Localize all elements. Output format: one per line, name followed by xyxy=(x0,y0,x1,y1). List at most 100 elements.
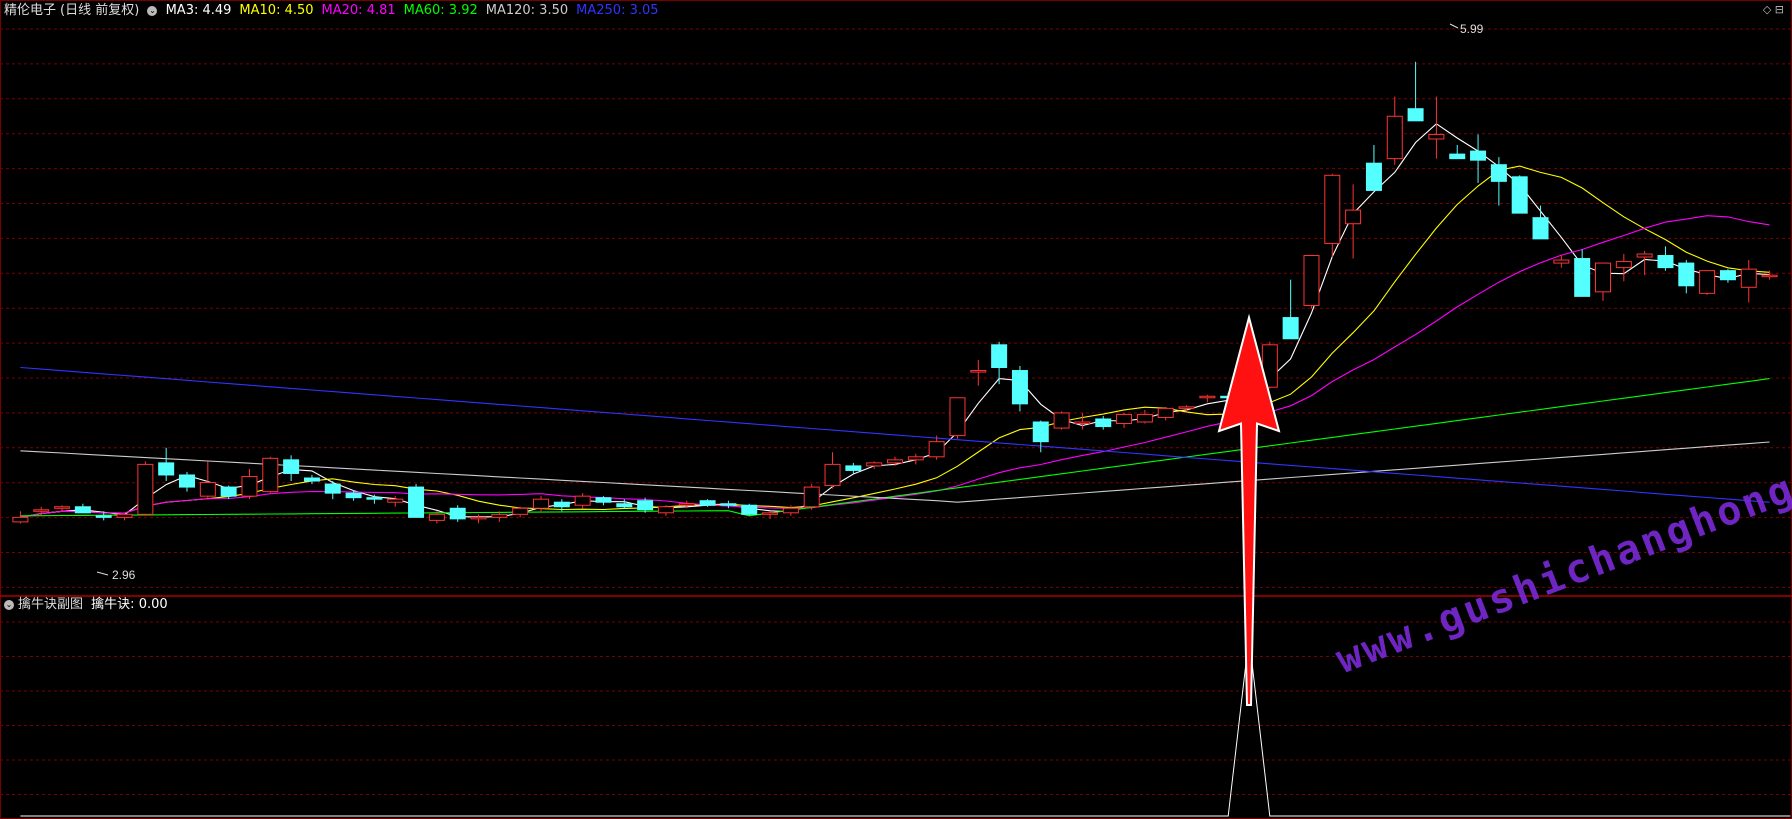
subchart-header: ⌄ 擒牛诀副图 擒牛诀: 0.00 xyxy=(4,597,168,613)
candle-body xyxy=(12,516,29,523)
candle-body xyxy=(824,463,841,487)
candle-body xyxy=(1532,217,1549,240)
candle-body xyxy=(74,506,91,514)
candle-body xyxy=(928,441,945,458)
candle-body xyxy=(1553,259,1570,264)
candle-body xyxy=(845,465,862,471)
candle-body xyxy=(1657,255,1674,269)
candle-body xyxy=(1157,407,1174,418)
candle-body xyxy=(303,477,320,482)
candle-body xyxy=(949,397,966,437)
candle-body xyxy=(1699,270,1716,294)
candle-body xyxy=(408,486,425,518)
candle-body xyxy=(1386,115,1403,160)
candle-body xyxy=(782,507,799,514)
candle-body xyxy=(678,503,695,506)
candle-body xyxy=(595,497,612,503)
indicator-value: 0.00 xyxy=(138,597,168,612)
low-marker xyxy=(96,571,109,576)
candle-body xyxy=(1011,370,1028,405)
candle-body xyxy=(1719,270,1736,281)
candle-body xyxy=(1095,418,1112,428)
candle-body xyxy=(574,495,591,506)
candle-body xyxy=(345,492,362,499)
candle-body xyxy=(970,370,987,373)
subchart-dropdown-icon[interactable]: ⌄ xyxy=(4,599,14,610)
candle-body xyxy=(1428,133,1445,140)
candle-body xyxy=(283,459,300,474)
candle-body xyxy=(241,475,258,497)
candle-body xyxy=(637,500,654,511)
candle-body xyxy=(1407,108,1424,122)
candle-body xyxy=(1074,421,1091,425)
candle-body xyxy=(907,456,924,461)
candle-body xyxy=(220,486,237,497)
candle-body xyxy=(1116,413,1133,425)
subchart-title: 擒牛诀副图 xyxy=(18,597,84,612)
candle-body xyxy=(699,500,716,506)
indicator-subchart xyxy=(20,636,1791,817)
candle-body xyxy=(1449,153,1466,160)
candle-body xyxy=(1324,174,1341,244)
candle-body xyxy=(1511,176,1528,214)
period-label: (日线 前复权) xyxy=(60,3,140,18)
candle-body xyxy=(657,506,674,514)
candle-body xyxy=(1636,253,1653,258)
candle-body xyxy=(1136,413,1153,423)
candle-body xyxy=(470,516,487,520)
candle-body xyxy=(616,503,633,508)
candle-body xyxy=(33,509,50,512)
candle-body xyxy=(1282,317,1299,340)
candle-body xyxy=(1595,262,1611,293)
candle-body xyxy=(512,507,529,515)
candle-body xyxy=(116,513,133,518)
frame-border xyxy=(0,0,1792,819)
candle-body xyxy=(199,482,216,497)
ma-legend: MA3: 4.49 MA10: 4.50 MA20: 4.81 MA60: 3.92 M… xyxy=(166,3,667,18)
candle-body xyxy=(720,503,737,506)
indicator-line xyxy=(20,636,1791,817)
candle-body xyxy=(1678,262,1695,287)
ma-legend-item: MA120: 3.50 xyxy=(485,3,569,18)
candlesticks xyxy=(12,23,1778,576)
candle-body xyxy=(553,501,570,508)
candle-body xyxy=(366,497,383,500)
candle-body xyxy=(428,513,445,521)
ma-legend-item: MA60: 3.92 xyxy=(403,3,478,18)
dropdown-icon[interactable]: ⌄ xyxy=(147,5,158,16)
candle-body xyxy=(1178,406,1195,409)
kline-chart[interactable]: 5.99 2.96 xyxy=(0,0,1792,819)
high-price-label: 5.99 xyxy=(1460,22,1484,36)
candle-body xyxy=(262,457,279,493)
candle-body xyxy=(387,498,404,503)
top-right-icons[interactable]: ◇ ⊟ xyxy=(1763,3,1784,16)
stock-name: 精伦电子 xyxy=(4,3,57,18)
candle-body xyxy=(1345,209,1362,225)
low-price-label: 2.96 xyxy=(112,568,136,582)
grid-lines xyxy=(0,0,1792,819)
candle-body xyxy=(179,474,195,488)
candle-body xyxy=(1303,255,1320,306)
candle-body xyxy=(54,506,71,509)
candle-body xyxy=(1740,268,1757,288)
candle-body xyxy=(491,513,508,518)
ma250-line xyxy=(20,366,1770,503)
candle-body xyxy=(1032,421,1049,443)
candle-body xyxy=(1199,395,1216,399)
candle-body xyxy=(866,462,883,467)
candle-body xyxy=(158,462,175,476)
candle-body xyxy=(533,498,549,509)
candle-body xyxy=(1761,274,1778,278)
candle-body xyxy=(1490,164,1507,182)
candle-body xyxy=(762,512,779,515)
ma60-line xyxy=(20,378,1770,517)
chart-header: 精伦电子 (日线 前复权) ⌄ MA3: 4.49 MA10: 4.50 MA20: … xyxy=(4,3,671,19)
ma-legend-item: MA10: 4.50 xyxy=(239,3,314,18)
candle-body xyxy=(1470,150,1487,161)
candle-body xyxy=(449,507,466,520)
ma-legend-item: MA3: 4.49 xyxy=(165,3,232,18)
candle-body xyxy=(1365,162,1382,191)
ma-legend-item: MA20: 4.81 xyxy=(321,3,396,18)
high-marker xyxy=(1449,23,1459,29)
candle-body xyxy=(887,459,903,464)
